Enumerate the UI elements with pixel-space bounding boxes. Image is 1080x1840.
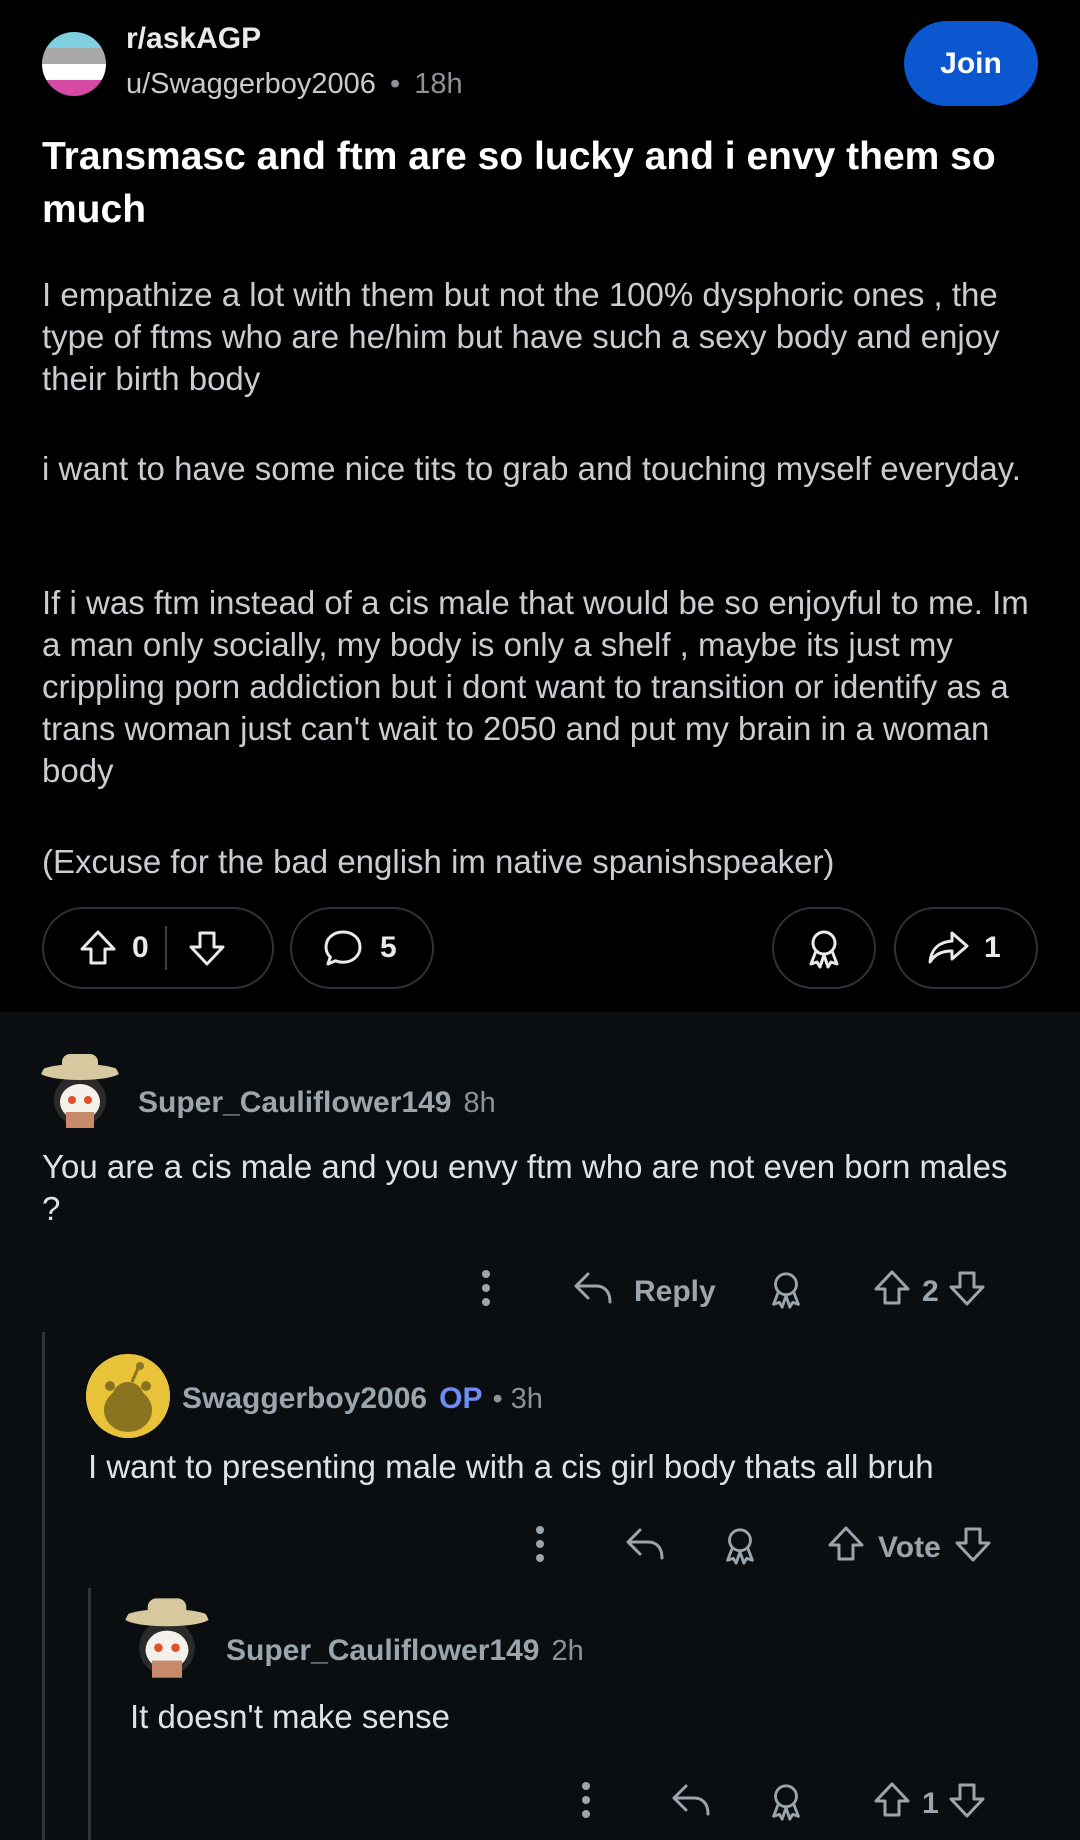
share-icon xyxy=(926,928,970,968)
post-age: 18h xyxy=(414,68,463,100)
comment-vote-bar: Vote xyxy=(826,1524,993,1572)
reply-icon xyxy=(572,1268,614,1316)
downvote-icon[interactable] xyxy=(953,1524,993,1572)
post-paragraph: I empathize a lot with them but not the … xyxy=(42,276,1000,397)
award-icon[interactable] xyxy=(766,1268,806,1310)
comment-vote-bar: 1 xyxy=(872,1780,987,1828)
upvote-icon[interactable] xyxy=(872,1780,912,1828)
comment-header: Super_Cauliflower149 8h xyxy=(138,1086,496,1120)
share-button[interactable]: 1 xyxy=(894,907,1038,989)
avatar[interactable] xyxy=(122,1592,212,1682)
vote-count: 0 xyxy=(132,931,149,964)
upvote-icon[interactable] xyxy=(872,1268,912,1316)
thread-line[interactable] xyxy=(88,1588,91,1840)
award-icon[interactable] xyxy=(720,1524,760,1566)
comment-header: Super_Cauliflower149 2h xyxy=(226,1634,584,1668)
more-icon[interactable] xyxy=(578,1780,594,1820)
award-button[interactable] xyxy=(772,907,876,989)
share-count: 1 xyxy=(984,931,1001,964)
vote-count: 1 xyxy=(922,1787,939,1820)
post-paragraph: (Excuse for the bad english im native sp… xyxy=(42,843,835,880)
comment-author[interactable]: Super_Cauliflower149 xyxy=(226,1634,539,1668)
comment-vote-bar: 2 xyxy=(872,1268,987,1316)
avatar[interactable] xyxy=(86,1354,170,1438)
comments-section: Super_Cauliflower149 8h You are a cis ma… xyxy=(0,1036,1080,1840)
downvote-icon[interactable] xyxy=(947,1780,987,1828)
meta-separator: • xyxy=(492,1383,503,1415)
comment-age: 8h xyxy=(463,1087,496,1119)
comment-count: 5 xyxy=(380,931,397,964)
thread-line[interactable] xyxy=(42,1332,45,1840)
subreddit-avatar[interactable] xyxy=(42,32,106,96)
comment-age: 2h xyxy=(551,1635,584,1667)
comment-text: You are a cis male and you envy ftm who … xyxy=(42,1148,1008,1227)
more-icon[interactable] xyxy=(532,1524,548,1564)
vote-count: Vote xyxy=(878,1531,941,1564)
reply-label: Reply xyxy=(634,1275,716,1308)
post-paragraph: If i was ftm instead of a cis male that … xyxy=(42,584,1029,789)
subreddit-name[interactable]: r/askAGP xyxy=(126,22,261,56)
avatar[interactable] xyxy=(38,1048,122,1132)
upvote-icon[interactable] xyxy=(826,1524,866,1572)
vote-divider xyxy=(164,926,167,970)
downvote-icon[interactable] xyxy=(947,1268,987,1316)
comment-age: 3h xyxy=(510,1383,543,1415)
op-badge: OP xyxy=(439,1382,483,1415)
reply-icon[interactable] xyxy=(670,1780,712,1820)
vote-bar: 0 xyxy=(42,907,274,989)
more-icon[interactable] xyxy=(478,1268,494,1308)
award-icon[interactable] xyxy=(766,1780,806,1822)
comment-text: It doesn't make sense xyxy=(130,1698,450,1735)
post-author[interactable]: u/Swaggerboy2006 xyxy=(126,68,376,100)
comment-author[interactable]: Swaggerboy2006 xyxy=(182,1382,427,1416)
award-icon xyxy=(803,927,845,969)
upvote-icon[interactable] xyxy=(78,928,118,968)
downvote-icon[interactable] xyxy=(187,928,227,968)
reply-button[interactable]: Reply xyxy=(572,1268,716,1316)
post-meta: u/Swaggerboy2006 • 18h xyxy=(126,68,463,101)
post-title[interactable]: Transmasc and ftm are so lucky and i env… xyxy=(42,130,1042,236)
vote-count: 2 xyxy=(922,1275,939,1308)
comment-author[interactable]: Super_Cauliflower149 xyxy=(138,1086,451,1120)
comment-header: Swaggerboy2006 OP • 3h xyxy=(182,1382,543,1416)
meta-separator: • xyxy=(389,68,401,100)
reply-icon[interactable] xyxy=(624,1524,666,1564)
post-card: r/askAGP u/Swaggerboy2006 • 18h Join Tra… xyxy=(0,0,1080,1012)
comment-icon xyxy=(322,927,364,969)
comment-text: I want to presenting male with a cis gir… xyxy=(88,1448,934,1485)
join-button[interactable]: Join xyxy=(904,21,1038,106)
post-paragraph: i want to have some nice tits to grab an… xyxy=(42,450,1021,487)
comments-button[interactable]: 5 xyxy=(290,907,434,989)
